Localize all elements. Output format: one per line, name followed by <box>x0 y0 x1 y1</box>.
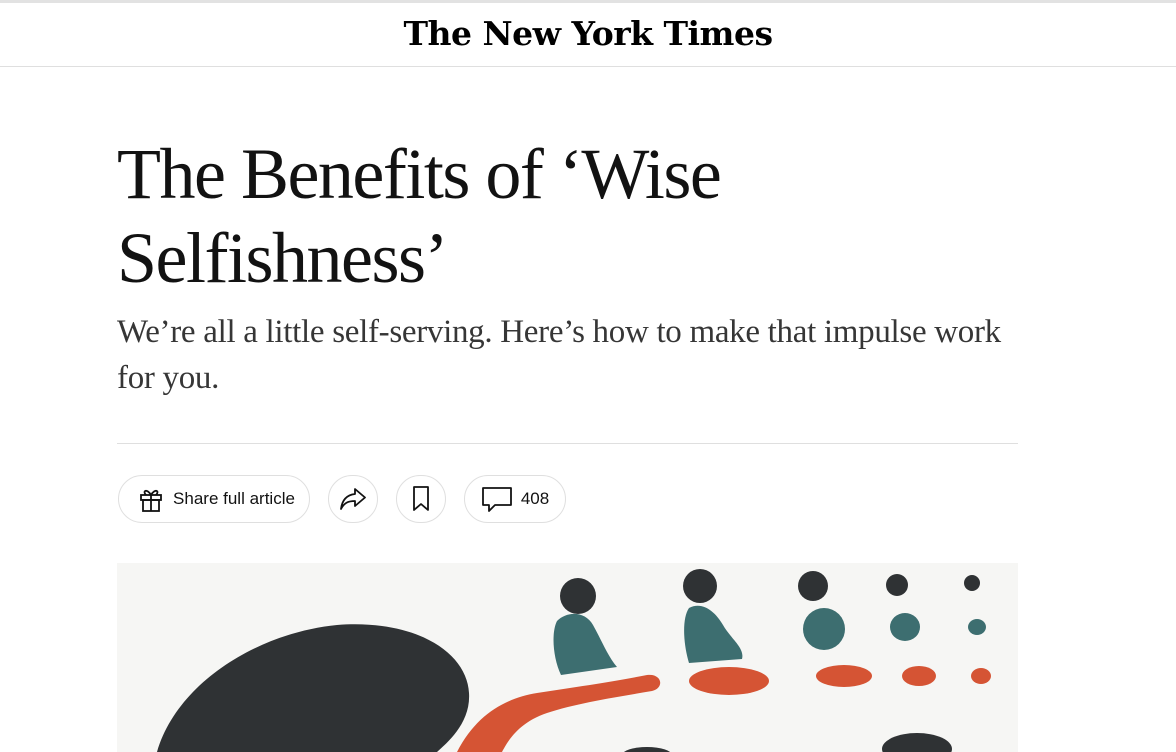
comments-button[interactable]: 408 <box>464 475 566 523</box>
figure-head <box>560 578 596 614</box>
divider <box>117 443 1018 444</box>
comment-bubble-icon <box>481 485 513 513</box>
comments-count: 408 <box>520 489 550 508</box>
orange-seat <box>689 667 769 695</box>
figure-body <box>968 619 986 635</box>
share-full-article-label: Share full article <box>173 489 295 508</box>
figure-head <box>798 571 828 601</box>
figure-body <box>553 613 617 675</box>
orange-seat <box>816 665 872 687</box>
masthead: The New York Times <box>0 3 1176 67</box>
dark-blob-shape <box>157 624 470 752</box>
article-summary: We’re all a little self-serving. Here’s … <box>117 314 1001 396</box>
orange-seat <box>902 666 936 686</box>
dark-shape <box>882 733 952 752</box>
orange-ribbon-shape <box>457 674 661 752</box>
share-full-article-button[interactable]: Share full article <box>118 475 310 523</box>
nyt-logo[interactable]: The New York Times <box>403 14 773 53</box>
bookmark-icon <box>411 485 431 513</box>
figure-head <box>683 569 717 603</box>
save-button[interactable] <box>396 475 446 523</box>
share-arrow-icon <box>338 486 368 512</box>
article-headline: The Benefits of ‘Wise Selfishness’ <box>117 134 722 298</box>
orange-seat <box>971 668 991 684</box>
dark-shape <box>623 747 671 752</box>
figure-body <box>803 608 845 650</box>
figure-head <box>964 575 980 591</box>
article-illustration <box>117 563 1018 752</box>
figure-body <box>684 605 743 663</box>
gift-icon <box>137 485 165 513</box>
figure-head <box>886 574 908 596</box>
figure-body <box>890 613 920 641</box>
share-button[interactable] <box>328 475 378 523</box>
